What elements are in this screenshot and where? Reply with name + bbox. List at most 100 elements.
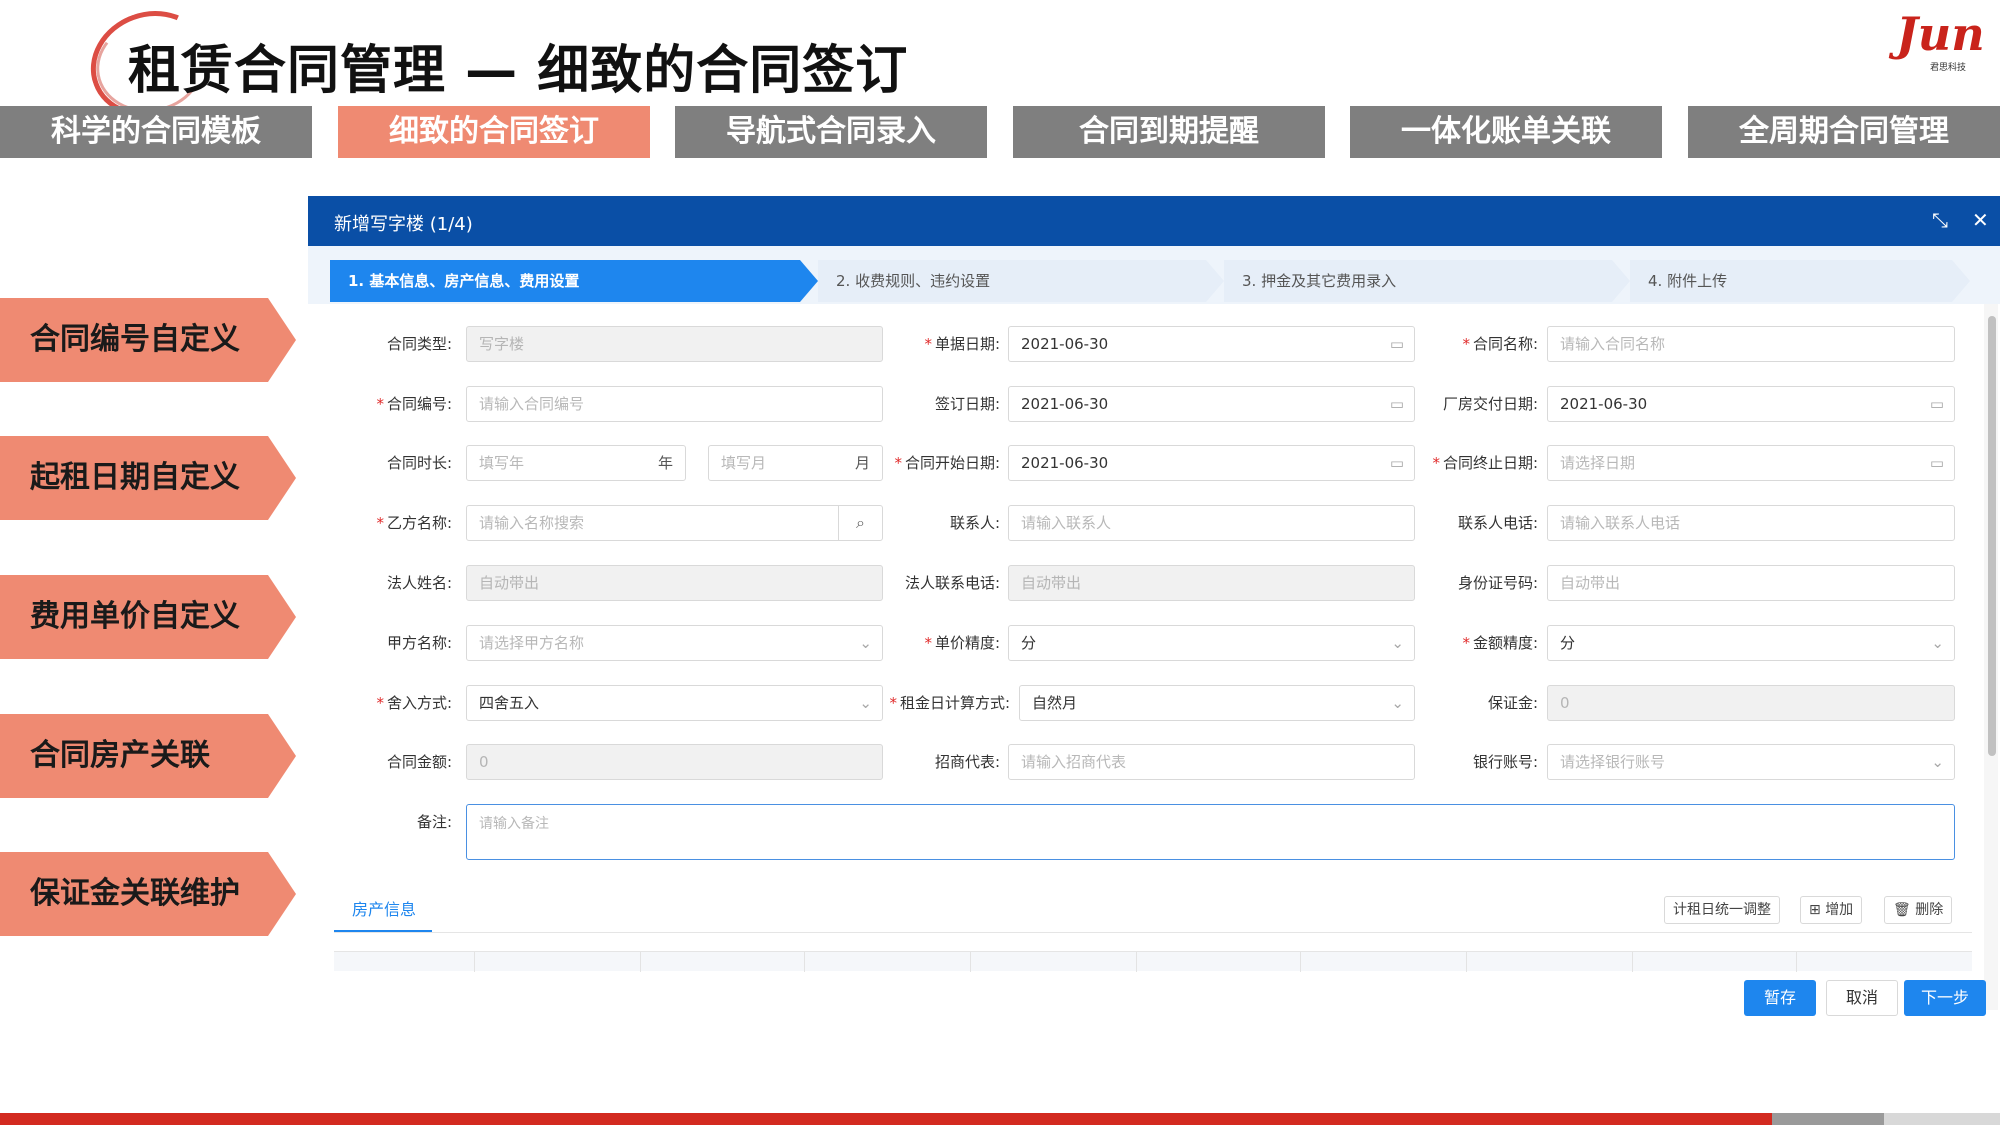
logo-subtitle: 君思科技 [1930, 63, 1967, 73]
bottom-bar-light [1884, 1113, 2000, 1125]
contract-name-label: * 合同名称: [1462, 335, 1538, 353]
agent-input[interactable]: 请输入招商代表 [1008, 744, 1415, 780]
feature-tab-signing[interactable]: 细致的合同签订 [338, 106, 650, 158]
end-date-field[interactable]: 请选择日期 ▭ [1547, 445, 1955, 481]
chevron-down-icon: ⌄ [859, 634, 872, 652]
step-charge-rules[interactable]: 2. 收费规则、违约设置 [818, 260, 1224, 302]
calendar-icon: ▭ [1389, 454, 1404, 472]
doc-date-field[interactable]: 2021-06-30 ▭ [1008, 326, 1415, 362]
table-col-divider [1300, 952, 1301, 972]
side-label-contract-no: 合同编号自定义 [0, 298, 296, 382]
logo-mark: Jun [1896, 7, 1985, 61]
side-label-property: 合同房产关联 [0, 714, 296, 798]
table-col-divider [1466, 952, 1467, 972]
legal-phone-field: 自动带出 [1008, 565, 1415, 601]
amount-precision-select[interactable]: 分 ⌄ [1547, 625, 1955, 661]
unit-precision-label: * 单价精度: [924, 634, 1000, 652]
amount-precision-label: * 金额精度: [1462, 634, 1538, 652]
adjust-rent-date-button[interactable]: 计租日统一调整 [1664, 896, 1780, 924]
save-draft-button[interactable]: 暂存 [1744, 980, 1816, 1016]
chevron-down-icon: ⌄ [1931, 634, 1944, 652]
step-deposit[interactable]: 3. 押金及其它费用录入 [1224, 260, 1630, 302]
agent-label: 招商代表: [934, 753, 1000, 771]
calendar-icon: ▭ [1929, 395, 1944, 413]
delivery-date-field[interactable]: 2021-06-30 ▭ [1547, 386, 1955, 422]
duration-year-input[interactable]: 填写年年 [466, 445, 686, 481]
trash-icon: 🗑 [1893, 902, 1916, 918]
id-no-label: 身份证号码: [1457, 574, 1538, 592]
table-col-divider [1136, 952, 1137, 972]
add-button[interactable]: ⊞ 增加 [1800, 896, 1863, 924]
next-step-button[interactable]: 下一步 [1904, 980, 1986, 1016]
party-a-label: 甲方名称: [386, 634, 452, 652]
chevron-down-icon: ⌄ [1391, 694, 1404, 712]
table-col-divider [1796, 952, 1797, 972]
calendar-icon: ▭ [1929, 454, 1944, 472]
side-label-unit-price: 费用单价自定义 [0, 575, 296, 659]
party-a-select[interactable]: 请选择甲方名称 ⌄ [466, 625, 883, 661]
chevron-down-icon: ⌄ [1391, 634, 1404, 652]
contract-modal: 新增写字楼 (1/4) ⤡ ✕ 1. 基本信息、房产信息、费用设置 2. 收费规… [308, 196, 2000, 1026]
table-col-divider [640, 952, 641, 972]
contract-no-label: * 合同编号: [376, 395, 452, 413]
table-col-divider [474, 952, 475, 972]
step-attachments[interactable]: 4. 附件上传 [1630, 260, 1970, 302]
step-basic-info[interactable]: 1. 基本信息、房产信息、费用设置 [330, 260, 818, 302]
side-label-start-date: 起租日期自定义 [0, 436, 296, 520]
property-table-header [334, 951, 1972, 972]
feature-tab-billing[interactable]: 一体化账单关联 [1350, 106, 1662, 158]
table-col-divider [804, 952, 805, 972]
legal-name-field: 自动带出 [466, 565, 883, 601]
company-logo: Jun 君思科技 [1896, 10, 1988, 74]
duration-month-input[interactable]: 填写月月 [708, 445, 883, 481]
contract-type-field: 写字楼 [466, 326, 883, 362]
search-icon[interactable]: ⌕ [838, 506, 882, 540]
delete-button[interactable]: 🗑 删除 [1884, 896, 1953, 924]
contact-label: 联系人: [949, 514, 1000, 532]
legal-phone-label: 法人联系电话: [904, 574, 1000, 592]
maximize-icon[interactable]: ⤡ [1932, 208, 1948, 232]
rounding-select[interactable]: 四舍五入 ⌄ [466, 685, 883, 721]
sign-date-field[interactable]: 2021-06-30 ▭ [1008, 386, 1415, 422]
modal-title: 新增写字楼 (1/4) [334, 214, 473, 235]
delivery-date-label: 厂房交付日期: [1442, 395, 1538, 413]
contract-amount-field: 0 [466, 744, 883, 780]
bank-account-select[interactable]: 请选择银行账号 ⌄ [1547, 744, 1955, 780]
contract-name-input[interactable]: 请输入合同名称 [1547, 326, 1955, 362]
remark-label: 备注: [416, 813, 452, 831]
sign-date-label: 签订日期: [934, 395, 1000, 413]
plus-square-icon: ⊞ [1809, 902, 1826, 918]
feature-tab-lifecycle[interactable]: 全周期合同管理 [1688, 106, 2000, 158]
feature-tab-expiry[interactable]: 合同到期提醒 [1013, 106, 1325, 158]
side-label-deposit: 保证金关联维护 [0, 852, 296, 936]
contact-phone-label: 联系人电话: [1457, 514, 1538, 532]
end-date-label: * 合同终止日期: [1432, 454, 1538, 472]
party-b-label: * 乙方名称: [376, 514, 452, 532]
start-date-field[interactable]: 2021-06-30 ▭ [1008, 445, 1415, 481]
bottom-bar-red [0, 1113, 1772, 1125]
contract-type-label: 合同类型: [386, 335, 452, 353]
bottom-bar-gray [1772, 1113, 1884, 1125]
table-col-divider [970, 952, 971, 972]
rounding-label: * 舍入方式: [376, 694, 452, 712]
contact-input[interactable]: 请输入联系人 [1008, 505, 1415, 541]
modal-scrollbar-thumb[interactable] [1988, 316, 1996, 756]
rent-calc-select[interactable]: 自然月 ⌄ [1019, 685, 1415, 721]
feature-tab-template[interactable]: 科学的合同模板 [0, 106, 312, 158]
start-date-label: * 合同开始日期: [894, 454, 1000, 472]
party-b-search-input[interactable]: 请输入名称搜索 ⌕ [466, 505, 883, 541]
tab-property-info[interactable]: 房产信息 [352, 896, 416, 920]
bank-account-label: 银行账号: [1472, 753, 1538, 771]
feature-tab-entry[interactable]: 导航式合同录入 [675, 106, 987, 158]
id-no-field: 自动带出 [1547, 565, 1955, 601]
step-navigator: 1. 基本信息、房产信息、费用设置 2. 收费规则、违约设置 3. 押金及其它费… [308, 246, 2000, 304]
rent-calc-label: * 租金日计算方式: [889, 694, 1010, 712]
close-icon[interactable]: ✕ [1972, 208, 1989, 232]
remark-textarea[interactable]: 请输入备注 [466, 804, 1955, 860]
contact-phone-input[interactable]: 请输入联系人电话 [1547, 505, 1955, 541]
contract-amount-label: 合同金额: [386, 753, 452, 771]
contract-no-input[interactable]: 请输入合同编号 [466, 386, 883, 422]
calendar-icon: ▭ [1389, 335, 1404, 353]
cancel-button[interactable]: 取消 [1826, 980, 1898, 1016]
unit-precision-select[interactable]: 分 ⌄ [1008, 625, 1415, 661]
